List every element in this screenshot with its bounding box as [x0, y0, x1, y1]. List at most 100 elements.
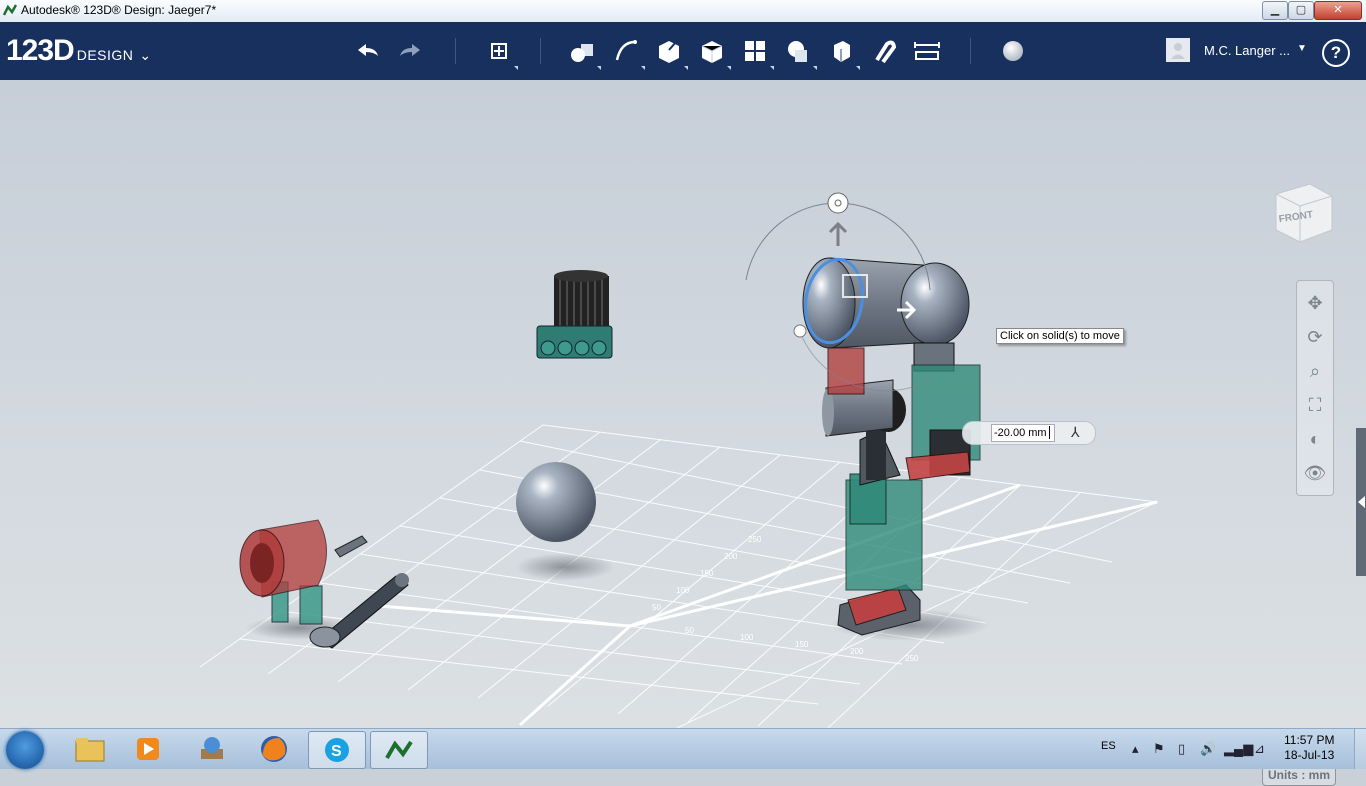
user-avatar[interactable] [1166, 38, 1190, 62]
materials-view-button[interactable]: ◐ [1301, 425, 1329, 453]
construct-button[interactable] [652, 34, 688, 70]
redo-button[interactable] [394, 34, 428, 68]
transform-icon [491, 43, 507, 59]
move-up-arrow-icon[interactable] [828, 221, 848, 246]
toolbar-separator [970, 38, 971, 64]
grid-label: 200 [724, 552, 738, 561]
language-indicator[interactable]: ES [1101, 740, 1116, 752]
sphere-solid[interactable] [516, 462, 596, 542]
pattern-button[interactable] [738, 34, 774, 70]
grid-axes [379, 483, 1158, 727]
pan-button[interactable]: ✥ [1301, 289, 1329, 317]
system-clock[interactable]: 11:57 PM 18-Jul-13 [1284, 733, 1334, 763]
scene-canvas[interactable]: 50 100 150 200 250 50 100 150 200 250 [0, 80, 1366, 728]
materials-icon: ◐ [1309, 428, 1321, 449]
dimension-input[interactable] [991, 424, 1055, 442]
123d-design-icon [385, 740, 413, 759]
navigation-bar: ✥ ⟳ ⌕ ⛶ ◐ 👁 [1296, 280, 1334, 496]
eye-icon: 👁 [1303, 462, 1327, 483]
title-bar: Autodesk® 123D® Design: Jaeger7* ▁ ▢ ✕ [0, 0, 1366, 23]
user-name[interactable]: M.C. Langer ... [1204, 43, 1290, 58]
view-cube[interactable]: FRONT [1270, 180, 1336, 246]
maximize-button[interactable]: ▢ [1288, 1, 1314, 20]
wifi-icon[interactable]: ⊿ [1254, 741, 1265, 757]
side-panel-toggle[interactable] [1356, 428, 1366, 576]
explorer-icon [75, 738, 105, 762]
app-icon [3, 4, 17, 16]
chevron-down-icon: ⌄ [139, 47, 152, 63]
taskbar-app-skype[interactable]: S [308, 731, 366, 769]
ground-grid [199, 424, 1159, 728]
grid-label: 200 [850, 647, 864, 656]
pattern-icon [745, 41, 765, 61]
grid-label: 150 [700, 569, 714, 578]
primitives-button[interactable] [565, 34, 601, 70]
combine-icon [834, 41, 850, 62]
arrow-left-icon [1358, 496, 1365, 508]
taskbar-app-explorer[interactable] [62, 731, 118, 767]
snap-axis-icon[interactable]: ⅄ [1071, 424, 1080, 441]
taskbar-app-games[interactable] [184, 731, 240, 767]
measure-icon [914, 42, 940, 60]
network-signal-icon[interactable]: ▂▄▆ [1224, 741, 1253, 757]
grid-label: 50 [685, 626, 694, 635]
close-button[interactable]: ✕ [1314, 1, 1362, 20]
combine-button[interactable] [824, 34, 860, 70]
primitives-icon [571, 44, 593, 62]
person-icon [1171, 43, 1185, 59]
sphere-shadow [515, 553, 615, 581]
sketch-icon [615, 40, 637, 61]
visibility-button[interactable]: 👁 [1301, 459, 1329, 487]
show-hidden-icons-icon[interactable]: ▴ [1132, 741, 1139, 757]
zoom-icon: ⌕ [1309, 360, 1321, 381]
help-button[interactable]: ? [1322, 39, 1350, 67]
rotate-handle[interactable] [827, 192, 849, 214]
rocket-part-solid[interactable] [309, 573, 409, 649]
redo-icon [400, 44, 420, 56]
undo-icon [358, 44, 378, 56]
show-desktop-button[interactable] [1354, 729, 1366, 769]
action-center-flag-icon[interactable]: ⚑ [1153, 741, 1165, 757]
sketch-button[interactable] [609, 34, 645, 70]
main-toolbar: 123D DESIGN ⌄ [0, 22, 1366, 80]
grid-label: 250 [905, 654, 919, 663]
transform-button[interactable] [482, 34, 518, 70]
taskbar-app-firefox[interactable] [246, 731, 302, 767]
undo-button[interactable] [350, 34, 384, 68]
snap-icon [875, 40, 897, 64]
firefox-icon [261, 736, 287, 762]
snap-button[interactable] [867, 34, 901, 68]
material-icon [1003, 41, 1023, 61]
user-menu-chevron-icon[interactable]: ▼ [1297, 43, 1307, 54]
battery-icon[interactable]: ▯ [1178, 741, 1185, 757]
dimension-box: ⅄ [962, 421, 1096, 445]
taskbar-app-media-player[interactable] [120, 731, 176, 767]
taskbar-app-123d-design[interactable] [370, 731, 428, 769]
brand-number: 123D [6, 34, 75, 67]
window-title: Autodesk® 123D® Design: Jaeger7* [21, 3, 217, 17]
cannon-part-solid[interactable] [239, 519, 368, 625]
start-button[interactable] [6, 731, 44, 769]
modify-button[interactable] [695, 34, 731, 70]
grouping-button[interactable] [781, 34, 817, 70]
toolbar-separator [540, 38, 541, 64]
gear-part-solid[interactable] [536, 270, 613, 359]
grid-label: 50 [652, 603, 661, 612]
orbit-icon: ⟳ [1307, 326, 1323, 347]
zoom-button[interactable]: ⌕ [1301, 357, 1329, 385]
3d-viewport[interactable]: 50 100 150 200 250 50 100 150 200 250 Click on so… [0, 80, 1366, 786]
pan-icon: ✥ [1307, 292, 1323, 313]
minimize-button[interactable]: ▁ [1262, 1, 1288, 20]
measure-button[interactable] [910, 34, 944, 68]
grid-label: 150 [795, 640, 809, 649]
app-menu-button[interactable]: 123D DESIGN ⌄ [6, 34, 151, 68]
fit-button[interactable]: ⛶ [1301, 391, 1329, 419]
material-button[interactable] [996, 34, 1030, 68]
brand-word: DESIGN [76, 47, 134, 63]
volume-icon[interactable]: 🔊 [1200, 741, 1216, 757]
media-player-icon [137, 738, 159, 760]
orbit-button[interactable]: ⟳ [1301, 323, 1329, 351]
grid-label: 100 [676, 586, 690, 595]
grid-label: 250 [748, 535, 762, 544]
games-icon [201, 737, 223, 759]
